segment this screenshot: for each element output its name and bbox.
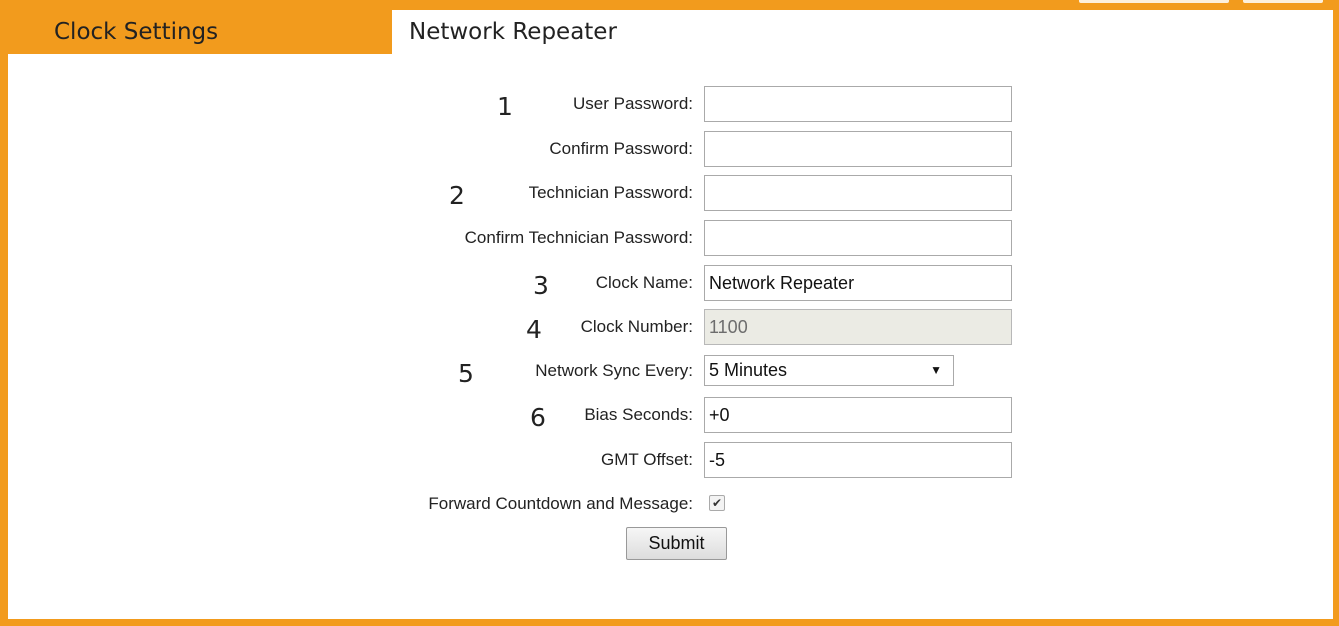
annotation-number: 2 [449, 181, 465, 210]
user-password-field[interactable] [704, 86, 1012, 122]
annotation-number: 6 [530, 403, 546, 432]
network-sync-select[interactable]: 5 Minutes ▼ [704, 355, 954, 386]
user-password-label: User Password: [573, 94, 693, 113]
tab-network-repeater[interactable]: Network Repeater [392, 10, 692, 54]
gmt-offset-label: GMT Offset: [601, 450, 693, 469]
network-sync-label: Network Sync Every: [535, 361, 693, 380]
row-confirm-technician-password: Confirm Technician Password: [0, 220, 1339, 256]
clock-number-label: Clock Number: [580, 317, 693, 336]
forward-countdown-checkbox[interactable]: ✔ [709, 495, 725, 511]
submit-button[interactable]: Submit [626, 527, 727, 560]
gmt-offset-field[interactable]: -5 [704, 442, 1012, 478]
row-clock-name: 3 Clock Name: Network Repeater [0, 265, 1339, 301]
annotation-number: 1 [497, 92, 513, 121]
partially-hidden-tab-strip [1075, 0, 1333, 9]
tab-clock-settings[interactable]: Clock Settings [8, 10, 392, 54]
row-network-sync: 5 Network Sync Every: 5 Minutes ▼ [0, 353, 1339, 389]
forward-countdown-label: Forward Countdown and Message: [428, 494, 693, 513]
network-sync-value: 5 Minutes [709, 360, 788, 380]
chevron-down-icon: ▼ [930, 363, 942, 377]
row-user-password: 1 User Password: [0, 86, 1339, 122]
row-confirm-password: Confirm Password: [0, 131, 1339, 167]
row-bias-seconds: 6 Bias Seconds: +0 [0, 397, 1339, 433]
technician-password-field[interactable] [704, 175, 1012, 211]
tab-bar: Clock Settings Network Repeater [0, 0, 1339, 54]
confirm-password-field[interactable] [704, 131, 1012, 167]
row-forward-countdown: Forward Countdown and Message: ✔ [0, 486, 1339, 522]
row-submit: Submit [0, 527, 1339, 563]
annotation-number: 3 [533, 271, 549, 300]
annotation-number: 4 [526, 315, 542, 344]
clock-number-field: 1100 [704, 309, 1012, 345]
confirm-technician-password-field[interactable] [704, 220, 1012, 256]
confirm-technician-password-label: Confirm Technician Password: [464, 228, 693, 247]
row-technician-password: 2 Technician Password: [0, 175, 1339, 211]
confirm-password-label: Confirm Password: [549, 139, 693, 158]
row-gmt-offset: GMT Offset: -5 [0, 442, 1339, 478]
technician-password-label: Technician Password: [528, 183, 693, 202]
bias-seconds-field[interactable]: +0 [704, 397, 1012, 433]
clock-name-field[interactable]: Network Repeater [704, 265, 1012, 301]
row-clock-number: 4 Clock Number: 1100 [0, 309, 1339, 345]
bias-seconds-label: Bias Seconds: [584, 405, 693, 424]
check-icon: ✔ [711, 496, 723, 510]
annotation-number: 5 [458, 359, 474, 388]
clock-name-label: Clock Name: [595, 273, 693, 292]
